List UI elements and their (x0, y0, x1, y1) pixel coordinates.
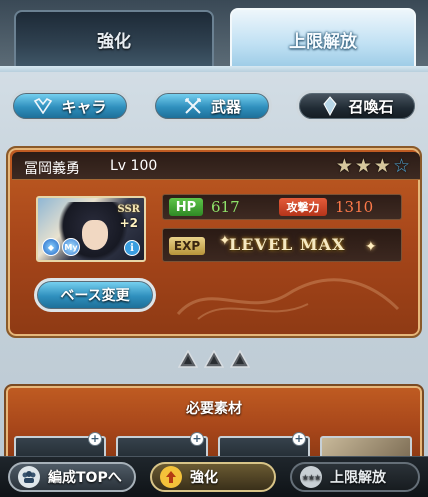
star-filled-icon: ★ (373, 155, 391, 177)
category-weapon-label: 武器 (210, 97, 241, 116)
exp-label: EXP (169, 237, 205, 255)
character-level: Lv 100 (110, 158, 158, 174)
required-materials-panel: 必要素材 + + + (4, 384, 424, 460)
crystal-icon (320, 96, 340, 116)
level-max-text: LEVEL MAX (229, 235, 346, 254)
uncap-marker-icon (230, 350, 250, 368)
panel-ornament (176, 278, 400, 320)
hp-value: 617 (211, 198, 240, 216)
base-change-button[interactable]: ベース変更 (34, 278, 156, 312)
tab-enhance[interactable]: 強化 (14, 10, 214, 66)
category-chara-label: キャラ (61, 97, 107, 116)
uncap-marker-icon (204, 350, 224, 368)
category-summon-button[interactable]: 召喚石 (296, 90, 418, 122)
party-top-button[interactable]: 編成TOPへ (8, 462, 136, 492)
tab-bar: 強化 上限解放 (0, 0, 428, 70)
element-icon: ◆ (42, 238, 60, 256)
party-icon (18, 466, 40, 488)
tab-limit-break[interactable]: 上限解放 (230, 8, 416, 68)
info-icon[interactable]: i (124, 240, 140, 256)
my-badge: My (62, 238, 80, 256)
stars-icon: ★★★ (300, 466, 322, 488)
attack-label: 攻撃力 (279, 198, 327, 216)
limit-break-label: 上限解放 (330, 470, 386, 486)
attack-value: 1310 (335, 198, 374, 216)
category-chara-button[interactable]: キャラ (10, 90, 130, 122)
stats-row: HP 617 攻撃力 1310 (162, 194, 402, 220)
star-filled-icon: ★ (354, 155, 372, 177)
character-portrait[interactable]: SSR +2 ◆ My i (36, 196, 146, 262)
bottom-nav: 編成TOPへ 強化 ★★★ 上限解放 (0, 456, 428, 497)
plus-badge: +2 (119, 216, 138, 230)
limit-break-button[interactable]: ★★★ 上限解放 (290, 462, 420, 492)
arrow-up-icon (160, 466, 182, 488)
hp-label: HP (169, 198, 203, 216)
tab-underline (0, 66, 428, 72)
category-weapon-button[interactable]: 武器 (152, 90, 272, 122)
sparkle-icon: ✦ (365, 239, 377, 255)
enhance-label: 強化 (190, 470, 218, 486)
materials-title: 必要素材 (186, 401, 242, 417)
crossed-swords-icon (183, 96, 203, 116)
star-empty-icon: ☆ (392, 155, 410, 177)
category-summon-label: 召喚石 (348, 97, 394, 116)
character-icon (33, 96, 53, 116)
exp-row: EXP ✦ LEVEL MAX ✦ (162, 228, 402, 262)
enhance-button[interactable]: 強化 (150, 462, 276, 492)
rarity-badge: SSR (117, 204, 140, 215)
uncap-stars: ★ ★ ★ ☆ (336, 155, 410, 177)
uncap-markers (178, 350, 250, 368)
character-header: 冨岡義勇 Lv 100 ★ ★ ★ ☆ (12, 152, 420, 180)
party-top-label: 編成TOPへ (48, 470, 122, 486)
portrait-face (82, 220, 108, 250)
zoom-icon[interactable]: + (190, 432, 204, 446)
character-name: 冨岡義勇 (24, 161, 80, 177)
zoom-icon[interactable]: + (88, 432, 102, 446)
zoom-icon[interactable]: + (292, 432, 306, 446)
star-filled-icon: ★ (335, 155, 353, 177)
character-panel: 冨岡義勇 Lv 100 ★ ★ ★ ☆ SSR +2 ◆ My i HP 617… (6, 146, 422, 338)
uncap-marker-icon (178, 350, 198, 368)
